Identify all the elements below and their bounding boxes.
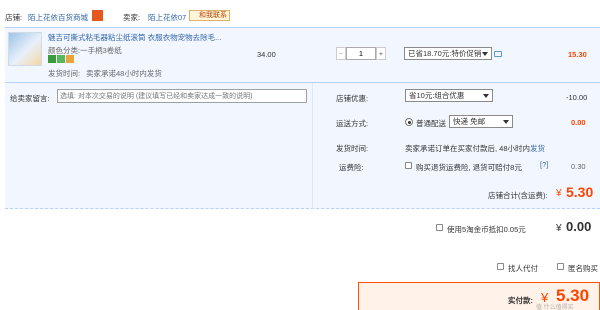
points-text: 使用5淘金币抵扣0.05元 (447, 225, 526, 234)
discount-info-icon[interactable] (494, 51, 502, 57)
coupon-select[interactable]: 省10元:组合优惠 (405, 89, 493, 102)
shop-total-currency: ¥ (556, 188, 562, 199)
insurance-amount: 0.30 (571, 162, 586, 171)
anonymous-label: 匿名购买 (568, 264, 598, 273)
delivery-amount: 0.00 (571, 118, 586, 127)
final-label: 实付款: (508, 296, 533, 305)
chevron-down-icon (503, 120, 509, 124)
delivery-radio-dot (407, 120, 411, 124)
points-amount: 0.00 (566, 219, 592, 234)
insurance-checkbox[interactable] (405, 162, 412, 169)
coupon-select-value: 省10元:组合优惠 (409, 91, 465, 100)
delivery-type: 普通配送 (416, 119, 446, 128)
seller-label: 卖家: (123, 13, 141, 22)
shipping-time-label: 发货时间: (48, 69, 81, 78)
shop-total-amount: 5.30 (566, 184, 594, 200)
ship-time-link[interactable]: 发货 (530, 144, 545, 153)
insurance-label: 运费险: (339, 163, 364, 172)
discount-select[interactable]: 已省18.70元:特价促销 (404, 47, 492, 60)
discount-select-value: 已省18.70元:特价促销 (408, 49, 482, 58)
quantity-decrease-button[interactable]: − (336, 47, 346, 60)
ship-time-label: 发货时间: (336, 144, 369, 153)
promo-icon-1 (48, 55, 56, 63)
shop-name-link[interactable]: 陌上花依百货商城 (28, 12, 88, 23)
shipping-time-text: 卖家承诺48小时内发货 (86, 69, 162, 78)
shop-total-label: 店铺合计(含运费): (488, 191, 548, 200)
delivery-label: 运送方式: (336, 119, 369, 128)
quantity-increase-button[interactable]: + (376, 47, 386, 60)
delivery-radio[interactable] (405, 118, 413, 126)
ship-time-text: 卖家承诺订单在买家付款后, 48小时内发货 (405, 143, 545, 154)
unit-price: 34.00 (257, 50, 276, 59)
contact-seller-label: 和我联系 (199, 12, 227, 19)
anonymous-checkbox[interactable] (557, 263, 564, 270)
shop-badge-icon (92, 10, 103, 21)
insurance-help-link[interactable]: [?] (540, 160, 548, 169)
message-input[interactable] (57, 89, 307, 103)
promo-icon-2 (57, 55, 65, 63)
chevron-down-icon (483, 94, 489, 98)
proxy-pay-checkbox[interactable] (497, 263, 504, 270)
item-subtotal: 15.30 (568, 50, 587, 59)
product-thumbnail[interactable] (8, 32, 42, 66)
contact-seller-button[interactable]: 和我联系 (189, 10, 230, 21)
product-title-link[interactable]: 魅吉可撕式粘毛器粘尘纸滚筒 衣服衣物宠物去除毛... (48, 32, 221, 43)
delivery-select[interactable]: 快递 免邮 (449, 115, 513, 128)
delivery-select-value: 快递 免邮 (453, 117, 486, 126)
ship-time-desc: 卖家承诺订单在买家付款后, 48小时内 (405, 144, 531, 153)
points-checkbox[interactable] (436, 224, 443, 231)
coupon-label: 店铺优惠: (336, 94, 369, 103)
watermark: 值 什么值得买 (536, 305, 574, 310)
quantity-input[interactable] (346, 47, 376, 60)
order-options-divider (312, 83, 313, 209)
insurance-text: 购买退货运费险, 退货可赔付8元 (416, 163, 522, 172)
shop-label: 店铺: (5, 13, 23, 22)
points-currency: ¥ (556, 223, 562, 234)
promo-icon-3 (66, 55, 74, 63)
coupon-amount: -10.00 (566, 93, 588, 102)
chevron-down-icon (482, 52, 488, 56)
seller-name-link[interactable]: 陌上花依07 (148, 12, 186, 23)
message-label: 给卖家留言: (10, 94, 50, 103)
proxy-pay-label: 找人代付 (508, 264, 538, 273)
